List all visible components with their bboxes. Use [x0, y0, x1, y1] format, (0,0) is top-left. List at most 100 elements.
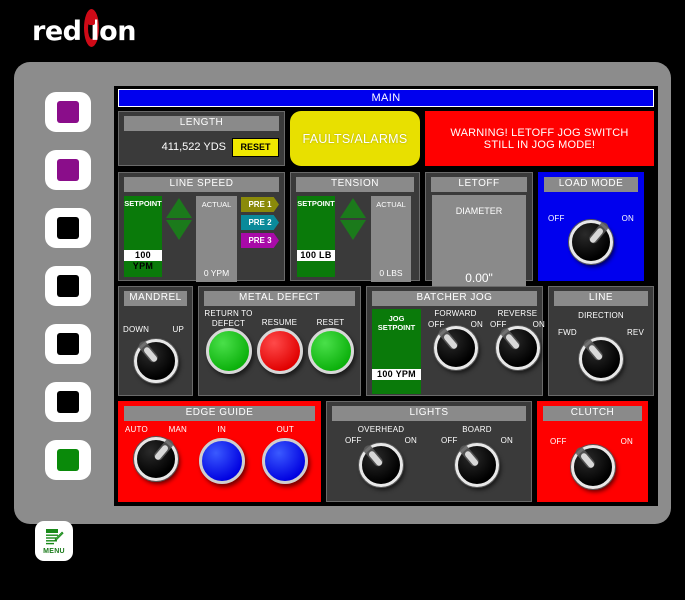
line-speed-actual-label: ACTUAL	[201, 200, 232, 209]
lights-board-off-label: OFF	[441, 436, 458, 445]
lights-board-title: BOARD	[462, 425, 492, 434]
line-speed-increase-button[interactable]	[166, 198, 192, 218]
function-key-1[interactable]	[45, 92, 91, 132]
warning-line-1: WARNING! LETOFF JOG SWITCH	[450, 126, 629, 139]
load-mode-header: LOAD MODE	[544, 177, 638, 192]
page-title: MAIN	[118, 89, 654, 107]
length-panel: LENGTH 411,522 YDS RESET	[118, 111, 285, 166]
letoff-diameter-display: DIAMETER 0.00"	[432, 195, 526, 299]
batcher-reverse-knob[interactable]	[495, 326, 540, 370]
line-speed-actual: ACTUAL 0 YPM	[196, 196, 237, 282]
return-to-defect-button[interactable]	[205, 328, 252, 374]
edge-guide-mode-knob[interactable]	[134, 437, 178, 481]
letoff-diameter-label: DIAMETER	[455, 206, 503, 216]
clutch-knob[interactable]	[570, 445, 615, 489]
logo-text-red: red	[32, 15, 82, 47]
metal-defect-reset-label: RESET	[316, 318, 345, 327]
line-speed-setpoint-label: SETPOINT	[124, 199, 162, 208]
resume-button[interactable]	[256, 328, 303, 374]
edge-guide-man-label: MAN	[168, 425, 187, 434]
line-rev-label: REV	[626, 328, 644, 337]
menu-button-label: MENU	[43, 548, 65, 555]
function-key-5[interactable]	[45, 324, 91, 364]
jog-setpoint-label-1: JOG	[388, 314, 405, 323]
length-header: LENGTH	[124, 116, 279, 131]
batcher-reverse-on-label: ON	[532, 320, 545, 329]
function-key-4[interactable]	[45, 266, 91, 306]
edge-guide-out-button[interactable]	[262, 438, 309, 484]
warning-line-2: STILL IN JOG MODE!	[483, 138, 596, 151]
batcher-reverse-title: REVERSE	[497, 309, 538, 318]
length-reset-button[interactable]: RESET	[232, 137, 279, 157]
load-mode-selector-knob[interactable]	[569, 220, 613, 264]
metal-defect-reset-button[interactable]	[307, 328, 354, 374]
line-speed-header: LINE SPEED	[124, 177, 279, 192]
tension-decrease-button[interactable]	[340, 220, 366, 240]
batcher-forward-title: FORWARD	[434, 309, 477, 318]
function-key-column	[45, 92, 97, 498]
resume-label: RESUME	[261, 318, 298, 327]
line-fwd-label: FWD	[558, 328, 577, 337]
hmi-screen: MAIN LENGTH 411,522 YDS RESET FAULTS/ALA…	[114, 86, 658, 506]
hmi-bezel: MAIN LENGTH 411,522 YDS RESET FAULTS/ALA…	[14, 62, 671, 524]
preset-1-button[interactable]: PRE 1	[241, 197, 279, 212]
tension-setpoint[interactable]: SETPOINT 100 LB	[297, 196, 335, 277]
lights-overhead-knob[interactable]	[359, 443, 403, 487]
tension-panel: TENSION SETPOINT 100 LB ACTUAL 0 LBS	[290, 172, 420, 282]
function-key-6[interactable]	[45, 382, 91, 422]
clutch-header: CLUTCH	[543, 406, 642, 421]
clutch-on-label: ON	[620, 437, 633, 446]
line-speed-setpoint[interactable]: SETPOINT 100 YPM	[124, 196, 162, 277]
batcher-forward-on-label: ON	[470, 320, 483, 329]
function-key-2[interactable]	[45, 150, 91, 190]
return-to-defect-label-2: DEFECT	[211, 318, 246, 328]
metal-defect-header: METAL DEFECT	[204, 291, 355, 306]
lights-overhead-on-label: ON	[404, 436, 417, 445]
red-lion-logo: red l on	[0, 0, 168, 62]
clutch-off-label: OFF	[550, 437, 567, 446]
edge-guide-in-button[interactable]	[198, 438, 245, 484]
batcher-jog-panel: BATCHER JOG JOG SETPOINT 100 YPM FORWARD	[366, 286, 545, 396]
logo-i-dot	[88, 15, 96, 25]
logo-wordmark: red l on	[32, 8, 136, 47]
menu-document-icon	[44, 527, 64, 547]
mandrel-header: MANDREL	[124, 291, 187, 306]
load-mode-panel: LOAD MODE OFF ON	[538, 172, 644, 281]
tension-header: TENSION	[296, 177, 414, 192]
lights-overhead-title: OVERHEAD	[357, 425, 405, 434]
return-to-defect-label-1: RETURN TO	[204, 309, 253, 318]
line-speed-decrease-button[interactable]	[166, 220, 192, 240]
edge-guide-header: EDGE GUIDE	[124, 406, 315, 421]
edge-guide-out-label: OUT	[276, 425, 294, 434]
mandrel-selector-knob[interactable]	[133, 339, 178, 383]
letoff-panel: LETOFF DIAMETER 0.00"	[425, 172, 533, 299]
tension-increase-button[interactable]	[340, 198, 366, 218]
load-mode-on-label: ON	[621, 214, 634, 223]
metal-defect-panel: METAL DEFECT RETURN TO DEFECT RESUME RES…	[198, 286, 361, 396]
load-mode-off-label: OFF	[548, 214, 565, 223]
preset-2-button[interactable]: PRE 2	[241, 215, 279, 230]
mandrel-up-label: UP	[172, 325, 184, 334]
tension-actual-value: 0 LBS	[379, 268, 403, 278]
menu-button[interactable]: MENU	[35, 521, 73, 561]
faults-alarms-button[interactable]: FAULTS/ALARMS	[290, 111, 420, 166]
length-value: 411,522 YDS	[161, 141, 226, 153]
batcher-forward-knob[interactable]	[433, 326, 478, 370]
tension-setpoint-value: 100 LB	[297, 250, 335, 261]
function-key-7[interactable]	[45, 440, 91, 480]
lights-board-on-label: ON	[500, 436, 513, 445]
logo-text-on: on	[99, 15, 136, 47]
lights-board-knob[interactable]	[455, 443, 499, 487]
edge-guide-auto-label: AUTO	[125, 425, 148, 434]
preset-3-button[interactable]: PRE 3	[241, 233, 279, 248]
edge-guide-panel: EDGE GUIDE AUTO MAN IN OUT	[118, 401, 321, 502]
tension-setpoint-label: SETPOINT	[297, 199, 335, 208]
line-direction-knob[interactable]	[579, 337, 623, 381]
tension-actual: ACTUAL 0 LBS	[371, 196, 411, 282]
lights-panel: LIGHTS OVERHEAD OFF ON BOARD OFF ON	[326, 401, 532, 502]
function-key-3[interactable]	[45, 208, 91, 248]
letoff-diameter-value: 0.00"	[465, 271, 493, 285]
jog-setpoint[interactable]: JOG SETPOINT 100 YPM	[372, 309, 421, 394]
tension-actual-label: ACTUAL	[376, 200, 406, 209]
jog-setpoint-label-2: SETPOINT	[377, 323, 416, 332]
